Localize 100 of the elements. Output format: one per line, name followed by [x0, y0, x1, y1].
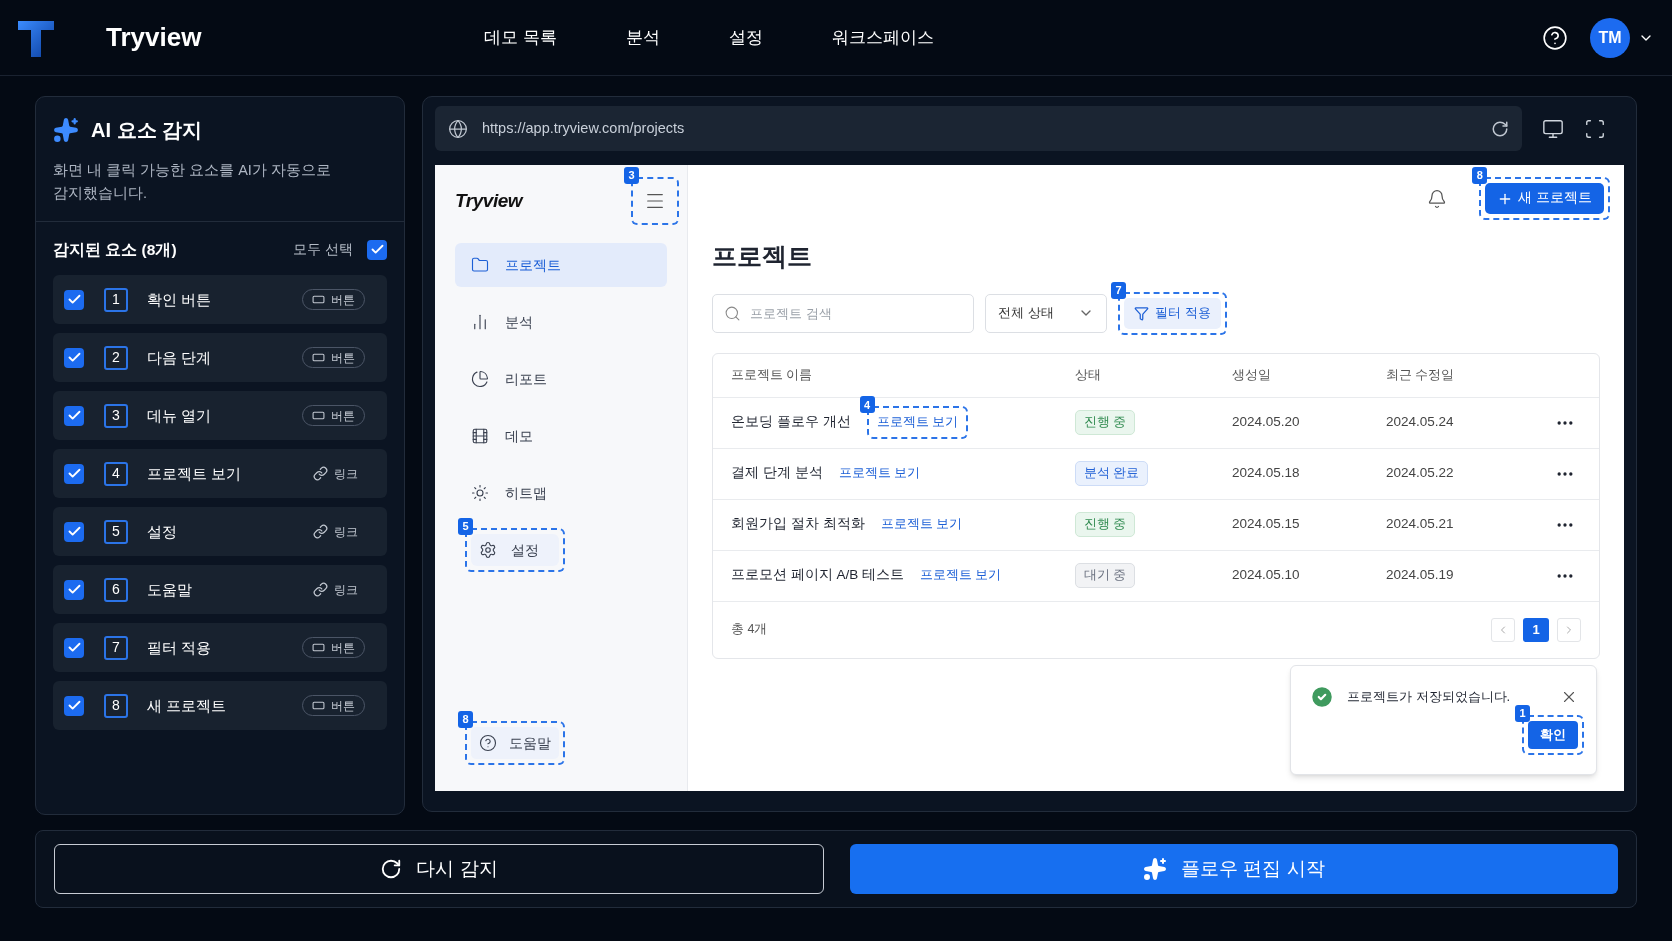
sidebar-item[interactable]: 리포트	[455, 357, 667, 401]
status-tag: 대기 중	[1075, 563, 1136, 588]
element-label: 도움말	[147, 579, 192, 600]
type-label: 링크	[313, 522, 358, 541]
url-text: https://app.tryview.com/projects	[482, 118, 685, 138]
reload-icon[interactable]	[1491, 119, 1509, 138]
element-row[interactable]: 1 확인 버튼 버튼	[53, 275, 387, 325]
element-checkbox[interactable]	[64, 347, 84, 368]
element-row[interactable]: 5 설정 링크	[53, 507, 387, 557]
success-icon	[1309, 684, 1335, 710]
url-bar[interactable]: https://app.tryview.com/projects	[435, 106, 1522, 151]
element-row[interactable]: 8 새 프로젝트 버튼	[53, 681, 387, 731]
element-checkbox[interactable]	[64, 637, 84, 658]
created-date: 2024.05.18	[1232, 464, 1301, 483]
sparkle-icon	[53, 117, 79, 143]
element-checkbox[interactable]	[64, 405, 84, 426]
sidebar-item[interactable]: 설정	[471, 534, 559, 566]
element-number: 3	[104, 403, 128, 428]
sidebar-item[interactable]: 데모	[455, 414, 667, 458]
element-row[interactable]: 4 프로젝트 보기 링크	[53, 449, 387, 499]
status-select[interactable]: 전체 상태	[985, 293, 1107, 333]
sidebar-item[interactable]: 프로젝트	[455, 243, 667, 287]
column-header: 상태	[1075, 366, 1102, 384]
filter-button[interactable]: 필터 적용	[1124, 297, 1221, 329]
element-row[interactable]: 7 필터 적용 버튼	[53, 623, 387, 673]
page-button[interactable]: 1	[1523, 617, 1549, 642]
element-checkbox[interactable]	[64, 579, 84, 600]
funnel-icon	[1134, 305, 1149, 321]
element-row[interactable]: 3 데뉴 열기 버튼	[53, 391, 387, 441]
notification-icon[interactable]	[1427, 188, 1448, 209]
list-title: 감지된 요소 (8개)	[53, 240, 177, 260]
element-number: 7	[104, 635, 128, 660]
start-editing-button[interactable]: 플로우 편집 시작	[850, 844, 1618, 894]
element-label: 데뉴 열기	[147, 405, 212, 426]
bar-chart-icon	[471, 313, 489, 331]
element-checkbox[interactable]	[64, 695, 84, 716]
nav-link[interactable]: 분석	[626, 24, 661, 51]
refresh-icon	[380, 858, 403, 880]
search-field[interactable]: 프로젝트 검색	[712, 293, 974, 333]
fullscreen-icon[interactable]	[1584, 117, 1606, 140]
monitor-icon[interactable]	[1542, 117, 1564, 140]
modified-date: 2024.05.19	[1386, 566, 1454, 585]
pie-chart-icon	[471, 370, 489, 388]
element-checkbox[interactable]	[64, 521, 84, 542]
panel-title: AI 요소 감지	[91, 118, 203, 143]
nav-link[interactable]: 데모 목록	[484, 24, 558, 51]
modified-date: 2024.05.21	[1386, 515, 1454, 534]
element-row[interactable]: 6 도움말 링크	[53, 565, 387, 615]
toast-message: 프로젝트가 저장되었습니다.	[1347, 688, 1511, 707]
project-link[interactable]: 프로젝트 보기	[876, 415, 958, 430]
element-label: 설정	[147, 521, 177, 542]
element-label: 다음 단계	[147, 347, 212, 368]
element-checkbox[interactable]	[64, 289, 84, 310]
sidebar-item[interactable]: 히트맵	[455, 471, 667, 515]
project-link[interactable]: 프로젝트 보기	[920, 566, 1002, 585]
element-label: 확인 버튼	[147, 289, 212, 310]
element-checkbox[interactable]	[64, 463, 84, 484]
project-name: 회원가입 절차 최적화	[731, 515, 865, 534]
type-label: 링크	[313, 464, 358, 483]
element-number: 2	[104, 345, 128, 370]
created-date: 2024.05.10	[1232, 566, 1301, 585]
element-badge: 4	[859, 396, 875, 414]
element-badge: 3	[624, 167, 639, 184]
link-icon	[313, 524, 328, 540]
avatar: TM	[1590, 17, 1630, 58]
link-icon	[313, 466, 328, 482]
nav-link[interactable]: 설정	[729, 24, 764, 51]
page-title: 프로젝트	[712, 241, 813, 272]
element-row[interactable]: 2 다음 단계 버튼	[53, 333, 387, 383]
status-tag: 분석 완료	[1075, 461, 1149, 486]
select-all-label: 모두 선택	[293, 240, 353, 259]
created-date: 2024.05.15	[1232, 515, 1301, 534]
project-link[interactable]: 프로젝트 보기	[880, 515, 962, 534]
sidebar-item[interactable]: 분석	[455, 300, 667, 344]
element-number: 5	[104, 519, 128, 544]
redetect-button[interactable]: 다시 감지	[54, 844, 824, 894]
avatar-menu[interactable]: TM	[1590, 17, 1654, 58]
status-tag: 진행 중	[1075, 410, 1136, 435]
app-logo-text: Tryview	[106, 21, 202, 54]
element-number: 4	[104, 461, 128, 486]
confirm-button[interactable]: 확인	[1528, 721, 1578, 749]
settings-icon	[479, 541, 497, 559]
film-icon	[471, 427, 489, 445]
element-label: 새 프로젝트	[147, 695, 227, 716]
total-count: 총 4개	[731, 621, 768, 639]
new-project-button[interactable]: 새 프로젝트	[1485, 183, 1604, 214]
type-label: 링크	[313, 580, 358, 599]
panel-description: 화면 내 클릭 가능한 요소를 AI가 자동으로 감지했습니다.	[53, 161, 332, 203]
project-link[interactable]: 프로젝트 보기	[838, 464, 920, 483]
project-name: 프로모션 페이지 A/B 테스트	[731, 566, 904, 585]
project-name: 온보딩 플로우 개선	[731, 413, 851, 432]
app-logo: Tryview	[455, 188, 523, 213]
folder-icon	[471, 256, 489, 274]
logo-icon	[18, 18, 54, 57]
link-icon	[313, 582, 328, 598]
help-link[interactable]: 도움말	[471, 727, 559, 759]
column-header: 프로젝트 이름	[731, 366, 814, 384]
help-icon[interactable]	[1542, 24, 1568, 51]
select-all-checkbox[interactable]	[367, 239, 387, 260]
nav-link[interactable]: 워크스페이스	[832, 24, 935, 51]
